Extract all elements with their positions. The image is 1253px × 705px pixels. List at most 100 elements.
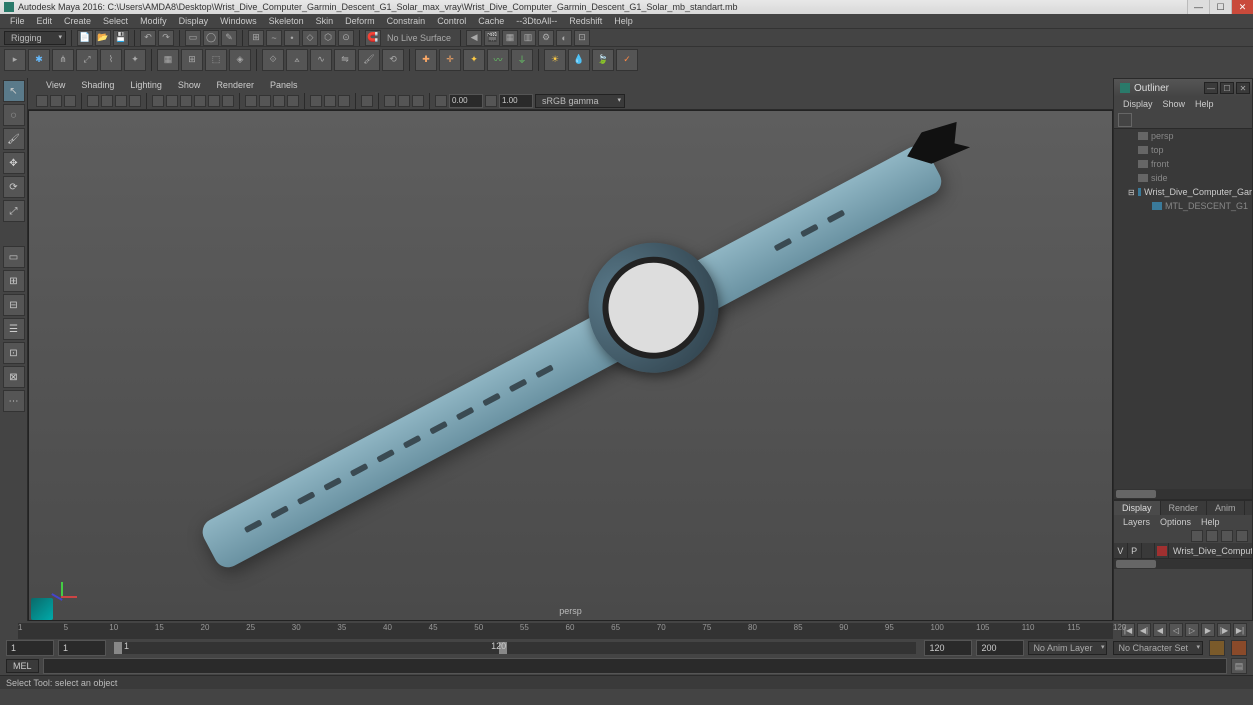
vp-gamma-input[interactable]: 1.00 — [499, 94, 533, 108]
vp-btn-7[interactable] — [129, 95, 141, 107]
menu-skin[interactable]: Skin — [310, 16, 340, 26]
layer-visibility[interactable]: V — [1114, 543, 1128, 559]
layout-graph-button[interactable]: ⊠ — [3, 366, 25, 388]
outliner-hscroll[interactable] — [1114, 489, 1252, 499]
layers-menu-help[interactable]: Help — [1196, 517, 1225, 527]
save-scene-button[interactable]: 💾 — [113, 30, 129, 46]
paint-tool[interactable]: 🖌 — [3, 128, 25, 150]
workspace-mode-dropdown[interactable]: Rigging — [4, 31, 66, 45]
snap-live-button[interactable]: ⬡ — [320, 30, 336, 46]
redo-button[interactable]: ↷ — [158, 30, 174, 46]
hypershade-button[interactable]: ◐ — [556, 30, 572, 46]
vp-exposure-icon[interactable] — [435, 95, 447, 107]
outliner-item[interactable]: front — [1114, 157, 1252, 171]
shelf-plus-icon[interactable]: ✛ — [439, 49, 461, 71]
menu-redshift[interactable]: Redshift — [563, 16, 608, 26]
vp-btn-20[interactable] — [338, 95, 350, 107]
menu-cache[interactable]: Cache — [472, 16, 510, 26]
shelf-star-icon[interactable]: ✦ — [463, 49, 485, 71]
menu-deform[interactable]: Deform — [339, 16, 381, 26]
tab-anim[interactable]: Anim — [1207, 501, 1245, 515]
outliner-close-button[interactable]: ✕ — [1236, 82, 1250, 94]
shelf-flex-icon[interactable]: ⟲ — [382, 49, 404, 71]
shelf-deform-icon[interactable]: ◈ — [229, 49, 251, 71]
vp-btn-13[interactable] — [222, 95, 234, 107]
lasso-button[interactable]: ◯ — [203, 30, 219, 46]
vp-menu-renderer[interactable]: Renderer — [208, 80, 262, 90]
layout-two-button[interactable]: ⊟ — [3, 294, 25, 316]
rotate-tool[interactable]: ⟳ — [3, 176, 25, 198]
vp-menu-show[interactable]: Show — [170, 80, 209, 90]
range-slider[interactable]: 1 120 — [114, 642, 916, 654]
goto-end-button[interactable]: ▶| — [1233, 623, 1247, 637]
vp-colorspace-dropdown[interactable]: sRGB gamma — [535, 94, 625, 108]
vp-btn-4[interactable] — [87, 95, 99, 107]
vp-menu-panels[interactable]: Panels — [262, 80, 306, 90]
vp-menu-shading[interactable]: Shading — [73, 80, 122, 90]
menu-skeleton[interactable]: Skeleton — [263, 16, 310, 26]
menu-control[interactable]: Control — [431, 16, 472, 26]
layer-move-up-button[interactable] — [1191, 530, 1203, 542]
vp-btn-24[interactable] — [412, 95, 424, 107]
shelf-pulse-icon[interactable]: ⏚ — [511, 49, 533, 71]
layer-color[interactable] — [1155, 543, 1169, 559]
menu-create[interactable]: Create — [58, 16, 97, 26]
menu-modify[interactable]: Modify — [134, 16, 173, 26]
viewport[interactable]: persp — [28, 110, 1113, 621]
vp-btn-3[interactable] — [64, 95, 76, 107]
shelf-cube-icon[interactable]: ⬚ — [205, 49, 227, 71]
shelf-drop-icon[interactable]: 💧 — [568, 49, 590, 71]
vp-btn-12[interactable] — [208, 95, 220, 107]
outliner-menu-help[interactable]: Help — [1190, 99, 1219, 109]
render-button[interactable]: 🎬 — [484, 30, 500, 46]
shelf-check-icon[interactable]: ✓ — [616, 49, 638, 71]
shelf-bone-icon[interactable]: ⌇ — [100, 49, 122, 71]
vp-btn-1[interactable] — [36, 95, 48, 107]
shelf-mirror-icon[interactable]: ⇋ — [334, 49, 356, 71]
menu-display[interactable]: Display — [173, 16, 215, 26]
vp-btn-23[interactable] — [398, 95, 410, 107]
render-seq-button[interactable]: ▥ — [520, 30, 536, 46]
snap-point-button[interactable]: • — [284, 30, 300, 46]
vp-btn-9[interactable] — [166, 95, 178, 107]
paint-select-button[interactable]: ✎ — [221, 30, 237, 46]
undo-button[interactable]: ↶ — [140, 30, 156, 46]
snap-plane-button[interactable]: ◇ — [302, 30, 318, 46]
open-scene-button[interactable]: 📂 — [95, 30, 111, 46]
select-mode-button[interactable]: ▭ — [185, 30, 201, 46]
shelf-ik-icon[interactable]: ⤢ — [76, 49, 98, 71]
vp-menu-view[interactable]: View — [38, 80, 73, 90]
layout-four-button[interactable]: ⊞ — [3, 270, 25, 292]
shelf-tab-icon[interactable]: ▸ — [4, 49, 26, 71]
outliner-item[interactable]: top — [1114, 143, 1252, 157]
shelf-joint-icon[interactable]: ⋔ — [52, 49, 74, 71]
menu-select[interactable]: Select — [97, 16, 134, 26]
layer-row[interactable]: V P Wrist_Dive_Computer_ — [1114, 543, 1252, 559]
vp-btn-10[interactable] — [180, 95, 192, 107]
cmd-language-label[interactable]: MEL — [6, 659, 39, 673]
snap-grid-button[interactable]: ⊞ — [248, 30, 264, 46]
command-input[interactable] — [43, 658, 1227, 674]
range-end-inner[interactable]: 120 — [924, 640, 972, 656]
shelf-leaf-icon[interactable]: 🍃 — [592, 49, 614, 71]
light-editor-button[interactable]: ⊡ — [574, 30, 590, 46]
layout-outliner-button[interactable]: ☰ — [3, 318, 25, 340]
shelf-snowflake-icon[interactable]: ✱ — [28, 49, 50, 71]
menu-file[interactable]: File — [4, 16, 31, 26]
set-key-button[interactable] — [1231, 640, 1247, 656]
vp-btn-16[interactable] — [273, 95, 285, 107]
vp-btn-2[interactable] — [50, 95, 62, 107]
vp-btn-14[interactable] — [245, 95, 257, 107]
outliner-search-button[interactable] — [1118, 113, 1132, 127]
shelf-unbind-icon[interactable]: ⟑ — [286, 49, 308, 71]
vp-btn-17[interactable] — [287, 95, 299, 107]
layer-new-empty-button[interactable] — [1221, 530, 1233, 542]
lasso-tool[interactable]: ◌ — [3, 104, 25, 126]
range-start-outer[interactable]: 1 — [6, 640, 54, 656]
vp-exposure-input[interactable]: 0.00 — [449, 94, 483, 108]
select-tool[interactable]: ↖ — [3, 80, 25, 102]
vp-btn-11[interactable] — [194, 95, 206, 107]
vp-gamma-icon[interactable] — [485, 95, 497, 107]
shelf-grid-icon[interactable]: ▦ — [157, 49, 179, 71]
vp-btn-18[interactable] — [310, 95, 322, 107]
